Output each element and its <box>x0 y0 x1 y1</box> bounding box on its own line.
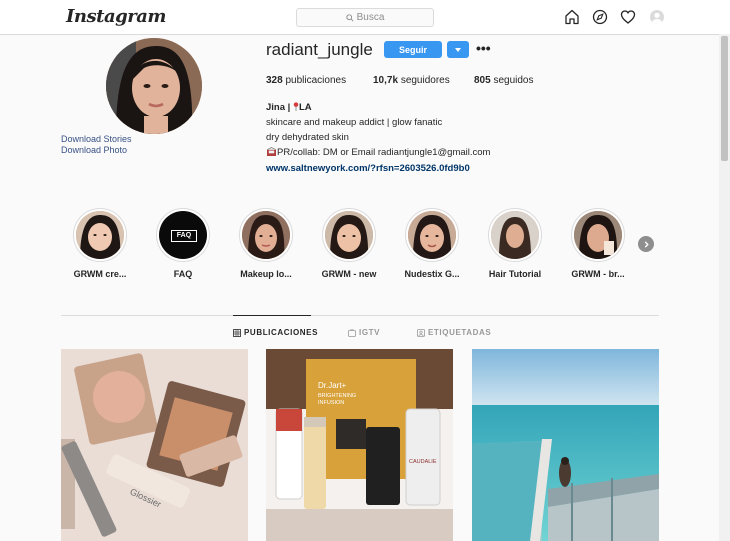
post-brand-text: Dr.Jart+ <box>318 381 347 390</box>
highlight-label: Makeup lo... <box>240 269 292 279</box>
highlight-cover <box>242 211 290 259</box>
scrollbar-thumb[interactable] <box>721 36 728 161</box>
caret-down-icon <box>455 47 461 52</box>
following-count-label: seguidos <box>493 75 534 86</box>
highlight-cover <box>408 211 456 259</box>
tab-tagged[interactable]: ETIQUETADAS <box>417 328 491 337</box>
heart-icon[interactable] <box>620 9 636 25</box>
post-thumbnail[interactable] <box>472 349 659 541</box>
bio-line-3: PR/collab: DM or Email radiantjungle1@gm… <box>266 147 490 158</box>
home-icon[interactable] <box>564 9 580 25</box>
bio-full-name: Jina | <box>266 102 293 113</box>
explore-icon[interactable] <box>592 9 608 25</box>
profile-picture[interactable] <box>106 38 202 134</box>
followers-count-value: 10,7k <box>373 75 399 86</box>
grid-icon <box>233 328 241 337</box>
download-photo-link[interactable]: Download Photo <box>61 145 127 155</box>
tab-tagged-label: ETIQUETADAS <box>428 328 492 337</box>
posts-count-label: publicaciones <box>285 75 347 86</box>
instagram-logo[interactable]: Instagram <box>66 6 166 27</box>
search-icon <box>345 13 354 22</box>
post-thumbnail[interactable]: Glossier <box>61 349 248 541</box>
profile-username: radiant_jungle <box>266 40 373 59</box>
more-options-icon[interactable]: ••• <box>476 41 491 55</box>
highlights-next-button[interactable] <box>638 236 654 252</box>
suggestions-dropdown-button[interactable] <box>447 41 469 58</box>
tabs-divider <box>61 315 659 316</box>
faq-badge: FAQ <box>171 230 197 242</box>
post-product-text: CAUDALIE <box>409 459 437 465</box>
tab-posts[interactable]: PUBLICACIONES <box>233 328 318 337</box>
profile-avatar[interactable] <box>650 10 664 24</box>
highlight-label: GRWM - br... <box>571 269 625 279</box>
bio-line-1: skincare and makeup addict | glow fanati… <box>266 117 443 128</box>
bio-location: LA <box>298 102 312 113</box>
bio-line-2: dry dehydrated skin <box>266 132 349 143</box>
tagged-icon <box>417 328 425 337</box>
highlight-cover <box>491 211 539 259</box>
download-stories-link[interactable]: Download Stories <box>61 134 132 144</box>
highlight-cover <box>325 211 373 259</box>
followers-count[interactable]: 10,7k seguidores <box>373 75 450 86</box>
post-thumbnail[interactable]: Dr.Jart+ BRIGHTENING INFUSION CAUDALIE <box>266 349 453 541</box>
search-placeholder: Busca <box>356 12 385 23</box>
followers-count-label: seguidores <box>400 75 450 86</box>
follow-button[interactable]: Seguir <box>384 41 442 58</box>
highlight-cover <box>574 211 622 259</box>
chevron-right-icon <box>644 240 649 248</box>
tab-igtv[interactable]: IGTV <box>348 328 380 337</box>
bio-name-line: Jina | LA <box>266 102 312 113</box>
highlight-cover <box>76 211 124 259</box>
following-count-value: 805 <box>474 75 491 86</box>
bio-contact-text: PR/collab: DM or Email radiantjungle1@gm… <box>277 147 491 158</box>
tab-posts-label: PUBLICACIONES <box>244 328 319 337</box>
igtv-icon <box>348 328 356 337</box>
top-navigation-bar: Instagram Busca <box>0 0 730 35</box>
highlight-cover: FAQ <box>159 211 207 259</box>
posts-count: 328 publicaciones <box>266 75 346 86</box>
highlight-label: Hair Tutorial <box>488 269 542 279</box>
following-count[interactable]: 805 seguidos <box>474 75 534 86</box>
tab-igtv-label: IGTV <box>359 328 381 337</box>
highlight-label: Nudestix G... <box>404 269 460 279</box>
posts-count-value: 328 <box>266 75 283 86</box>
active-tab-indicator <box>233 315 311 316</box>
search-input[interactable]: Busca <box>296 8 434 27</box>
bio-website-link[interactable]: www.saltnewyork.com/?rfsn=2603526.0fd9b0 <box>266 163 470 174</box>
mailbox-icon <box>266 147 277 156</box>
highlight-label: FAQ <box>173 269 193 279</box>
post-sub-text: BRIGHTENING INFUSION <box>318 393 357 406</box>
highlight-label: GRWM - new <box>321 269 377 279</box>
highlight-label: GRWM cre... <box>73 269 127 279</box>
